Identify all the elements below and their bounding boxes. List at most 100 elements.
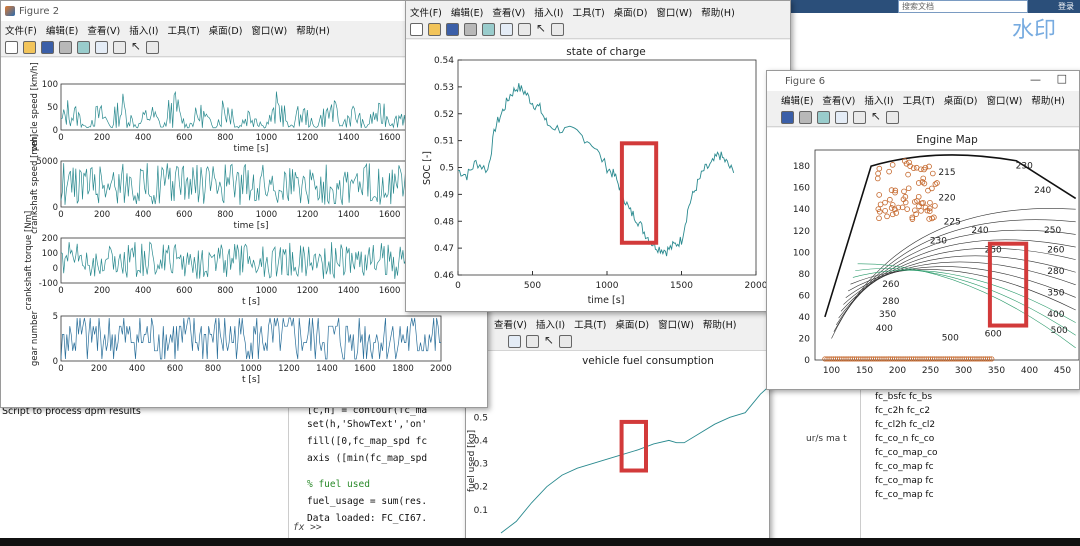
fuel-chart-title: vehicle fuel consumption [582, 355, 714, 367]
menu-view[interactable]: 查看(V) [87, 23, 120, 37]
menu-desktop[interactable]: 桌面(D) [614, 5, 648, 19]
grid-icon[interactable] [526, 335, 539, 348]
workspace-item[interactable]: fc_co_map fc [875, 462, 934, 472]
link-plot-icon[interactable] [482, 23, 495, 36]
pointer-icon[interactable]: ↖ [871, 110, 881, 124]
menu-window[interactable]: 窗口(W) [987, 93, 1023, 107]
watermark: 水印 [1012, 18, 1057, 43]
menu-edit[interactable]: 编辑(E) [451, 5, 483, 19]
menu-insert[interactable]: 插入(I) [864, 93, 893, 107]
dock-icon[interactable] [95, 41, 108, 54]
menu-view[interactable]: 查看(V) [822, 93, 855, 107]
workspace-item[interactable]: fc_co_n fc_co [875, 434, 934, 444]
engine-map-ytick-label: 80 [799, 270, 811, 280]
menu-insert[interactable]: 插入(I) [534, 5, 563, 19]
maximize-icon[interactable]: □ [1057, 72, 1067, 85]
command-prompt[interactable]: fx >> [293, 519, 322, 536]
menu-desktop[interactable]: 桌面(D) [944, 93, 978, 107]
print-icon[interactable] [59, 41, 72, 54]
subplot-xlabel: time [s] [234, 221, 269, 231]
grid-icon[interactable] [113, 41, 126, 54]
grid-icon[interactable] [518, 23, 531, 36]
menu-view[interactable]: 查看(V) [492, 5, 525, 19]
fuel-ytick-label: 0.1 [474, 506, 488, 516]
subplot-xtick-label: 800 [217, 210, 233, 220]
menu-tools[interactable]: 工具(T) [167, 23, 199, 37]
panel-icon[interactable] [886, 111, 899, 124]
menu-help[interactable]: 帮助(H) [701, 5, 735, 19]
menu-insert[interactable]: 插入(I) [129, 23, 158, 37]
menu-window[interactable]: 窗口(W) [251, 23, 287, 37]
new-file-icon[interactable] [5, 41, 18, 54]
subplot-xtick-label: 200 [94, 133, 110, 143]
fuel-ytick-label: 0.3 [474, 460, 488, 470]
subplot-xtick-label: 1400 [338, 286, 360, 296]
dock-icon[interactable] [508, 335, 521, 348]
panel-icon[interactable] [559, 335, 572, 348]
pointer-icon[interactable]: ↖ [544, 334, 554, 348]
open-folder-icon[interactable] [428, 23, 441, 36]
pointer-icon[interactable]: ↖ [536, 22, 546, 36]
menu-insert[interactable]: 插入(I) [536, 317, 565, 331]
menu-help[interactable]: 帮助(H) [703, 317, 737, 331]
workspace-item[interactable]: fc_bsfc fc_bs [875, 392, 932, 402]
workspace-item[interactable]: fc_co_map fc [875, 476, 934, 486]
menu-view[interactable]: 查看(V) [494, 317, 527, 331]
open-folder-icon[interactable] [23, 41, 36, 54]
print-icon[interactable] [464, 23, 477, 36]
menu-tools[interactable]: 工具(T) [574, 317, 606, 331]
menu-tools[interactable]: 工具(T) [903, 93, 935, 107]
dock-icon[interactable] [835, 111, 848, 124]
menu-help[interactable]: 帮助(H) [1031, 93, 1065, 107]
menu-edit[interactable]: 编辑(E) [781, 93, 813, 107]
login-link[interactable]: 登录 [1058, 1, 1074, 12]
menu-tools[interactable]: 工具(T) [572, 5, 604, 19]
menu-file[interactable]: 文件(F) [5, 23, 37, 37]
panel-icon[interactable] [551, 23, 564, 36]
pointer-icon[interactable]: ↖ [131, 40, 141, 54]
fuel-figure-window: 查看(V) 插入(I) 工具(T) 桌面(D) 窗口(W) 帮助(H) ↖ ve… [465, 300, 770, 540]
subplot-xtick-label: 0 [58, 286, 63, 296]
contour-label: 280 [882, 297, 899, 307]
menu-help[interactable]: 帮助(H) [296, 23, 330, 37]
subplot-xtick-label: 0 [58, 210, 63, 220]
contour-label: 230 [930, 237, 947, 247]
save-icon[interactable] [446, 23, 459, 36]
minimize-icon[interactable]: — [1030, 73, 1041, 86]
soc-ytick-label: 0.53 [434, 83, 454, 93]
new-file-icon[interactable] [410, 23, 423, 36]
fuel-ytick-label: 0.2 [474, 483, 488, 493]
subplot-xtick-label: 800 [205, 364, 221, 374]
fuel-ytick-label: 0.5 [474, 413, 488, 423]
menu-desktop[interactable]: 桌面(D) [615, 317, 649, 331]
print-icon[interactable] [799, 111, 812, 124]
soc-axes-box [457, 59, 757, 276]
subplot-xtick-label: 600 [167, 364, 183, 374]
engine-map-ytick-label: 140 [793, 205, 810, 215]
search-box[interactable]: 搜索文档 [898, 0, 1028, 13]
subplot-axes-box [60, 237, 412, 284]
workspace-item[interactable]: fc_co_map fc [875, 490, 934, 500]
save-icon[interactable] [41, 41, 54, 54]
menu-file[interactable]: 文件(F) [410, 5, 442, 19]
subplot-ytick-label: 200 [42, 234, 58, 244]
panel-icon[interactable] [146, 41, 159, 54]
save-icon[interactable] [781, 111, 794, 124]
menu-window[interactable]: 窗口(W) [656, 5, 692, 19]
menu-desktop[interactable]: 桌面(D) [209, 23, 243, 37]
link-plot-icon[interactable] [817, 111, 830, 124]
workspace-item[interactable]: fc_c2h fc_c2 [875, 406, 930, 416]
dock-icon[interactable] [500, 23, 513, 36]
workspace-item[interactable]: fc_co_map_co [875, 448, 938, 458]
soc-xtick-label: 1000 [596, 281, 619, 291]
contour-label: 250 [985, 245, 1002, 255]
toolbar: ↖ [767, 109, 1079, 127]
figure-icon [5, 6, 15, 16]
link-plot-icon[interactable] [77, 41, 90, 54]
engine-map-chart: Engine Map 180160140120100806040200100 15… [793, 134, 1079, 376]
menu-bar: 编辑(E) 查看(V) 插入(I) 工具(T) 桌面(D) 窗口(W) 帮助(H… [767, 91, 1079, 109]
workspace-item[interactable]: fc_cl2h fc_cl2 [875, 420, 935, 430]
menu-window[interactable]: 窗口(W) [658, 317, 694, 331]
menu-edit[interactable]: 编辑(E) [46, 23, 78, 37]
grid-icon[interactable] [853, 111, 866, 124]
